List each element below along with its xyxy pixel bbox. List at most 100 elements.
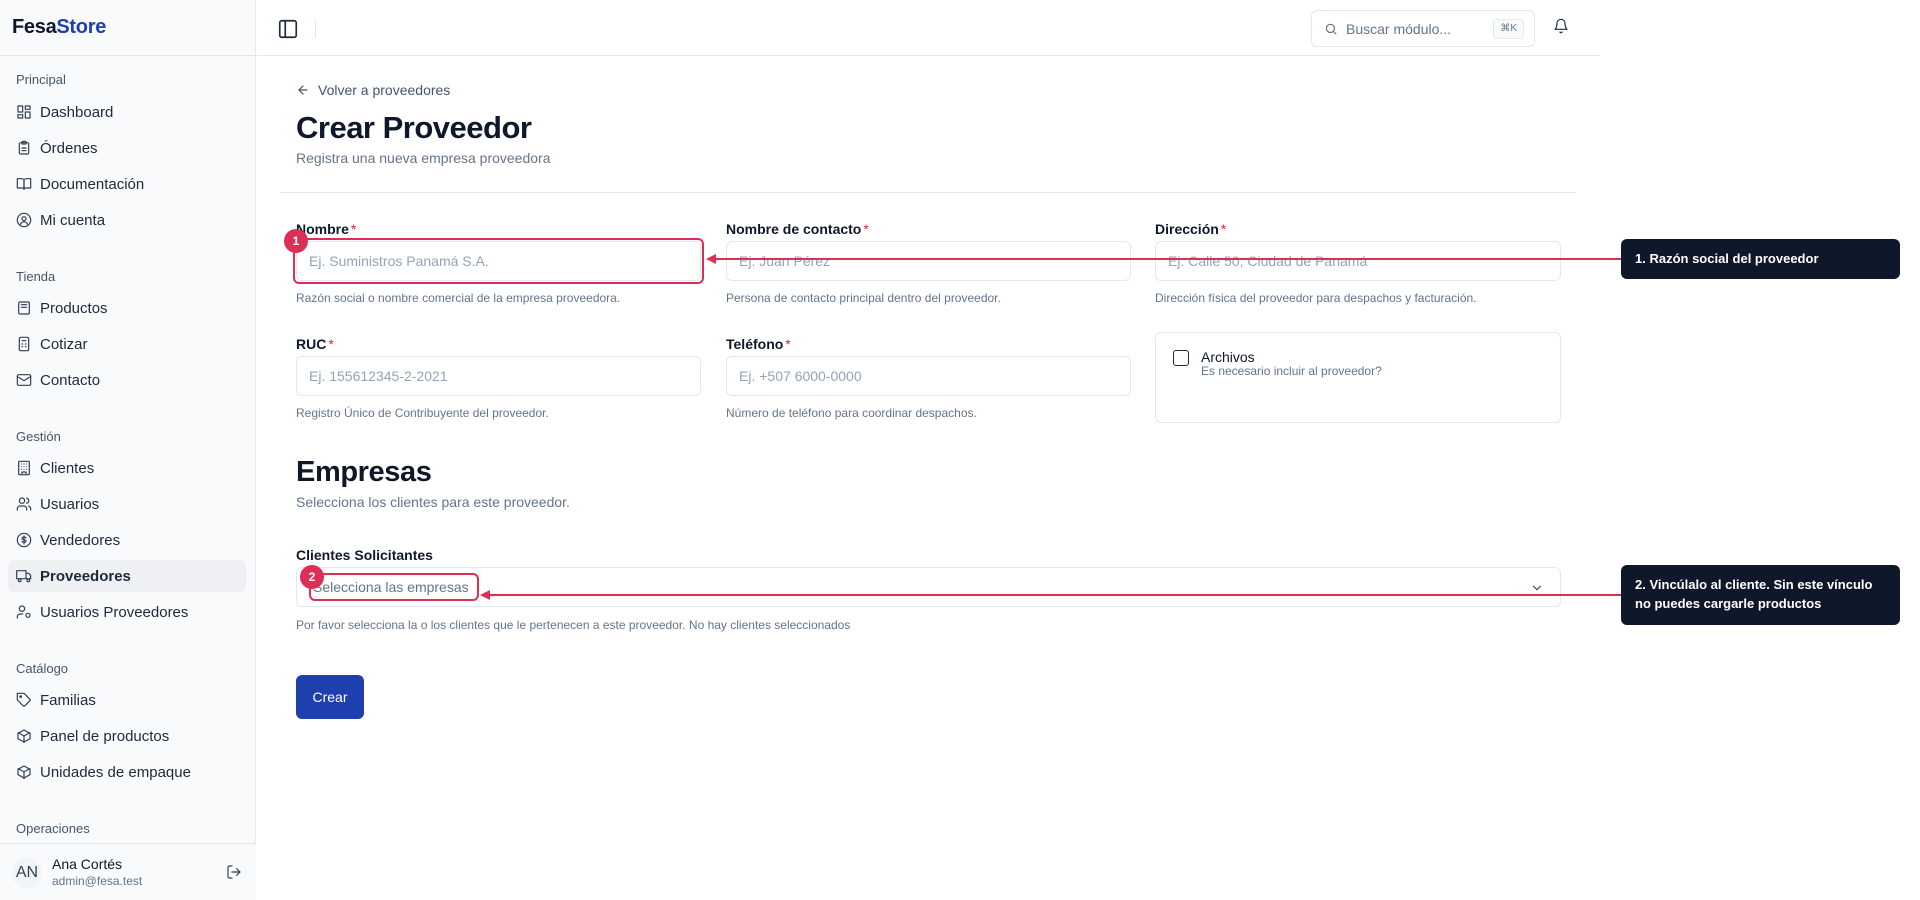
ruc-help: Registro Único de Contribuyente del prov… <box>296 406 549 420</box>
sidebar-item-label: Órdenes <box>40 139 98 157</box>
sidebar-item-label: Clientes <box>40 459 95 477</box>
dollar-circle-icon <box>16 532 32 548</box>
tag-icon <box>16 692 32 708</box>
sidebar-item-clientes[interactable]: Clientes <box>8 452 246 484</box>
calculator-icon <box>16 336 32 352</box>
sidebar-item-label: Dashboard <box>40 103 114 121</box>
sidebar-item-usuarios-proveedores[interactable]: Usuarios Proveedores <box>8 596 246 628</box>
annotation-tooltip-2-line1: 2. Vincúlalo al cliente. Sin este víncul… <box>1635 577 1873 592</box>
sidebar-item-label: Vendedores <box>40 531 121 549</box>
sidebar-divider <box>0 55 256 56</box>
search-input[interactable]: Buscar módulo... ⌘K <box>1311 10 1535 47</box>
sidebar-toggle-icon[interactable] <box>277 18 299 40</box>
sidebar-item-label: Cotizar <box>40 335 88 353</box>
building-icon <box>16 460 32 476</box>
sidebar-item-panel-de-productos[interactable]: Panel de productos <box>8 720 246 752</box>
annotation-tooltip-1: 1. Razón social del proveedor <box>1621 239 1900 279</box>
search-icon <box>1324 22 1338 36</box>
annotation-tooltip-2-line2: no puedes cargarle productos <box>1635 596 1822 611</box>
telefono-label: Teléfono * <box>726 336 791 352</box>
search-placeholder: Buscar módulo... <box>1346 21 1452 37</box>
sidebar-item-usuarios[interactable]: Usuarios <box>8 488 246 520</box>
user-circle-icon <box>16 212 32 228</box>
box-icon <box>16 728 32 744</box>
sidebar-item-familias[interactable]: Familias <box>8 684 246 716</box>
sidebar-item-label: Proveedores <box>40 567 131 585</box>
sidebar-item-proveedores[interactable]: Proveedores <box>8 560 246 592</box>
user-name: Ana Cortés <box>52 856 123 872</box>
sidebar-item-contacto[interactable]: Contacto <box>8 364 246 396</box>
sidebar-item-dashboard[interactable]: Dashboard <box>8 96 246 128</box>
contacto-field[interactable] <box>726 241 1131 281</box>
sidebar-item-label: Familias <box>40 691 96 709</box>
sidebar-item-productos[interactable]: Productos <box>8 292 246 324</box>
annotation-badge-1: 1 <box>284 229 308 253</box>
clientes-label: Clientes Solicitantes <box>296 547 433 563</box>
sidebar-item-label: Usuarios Proveedores <box>40 603 189 621</box>
users-icon <box>16 496 32 512</box>
sidebar-item-label: Productos <box>40 299 108 317</box>
section-label-operaciones: Operaciones <box>16 821 90 836</box>
sidebar-item-cotizar[interactable]: Cotizar <box>8 328 246 360</box>
crear-button[interactable]: Crear <box>296 675 364 719</box>
back-link-label: Volver a proveedores <box>318 82 451 98</box>
brand-logo[interactable]: FesaStore <box>12 16 106 39</box>
clientes-select[interactable]: Selecciona las empresas <box>296 567 1561 607</box>
book-icon <box>16 176 32 192</box>
direccion-help: Dirección física del proveedor para desp… <box>1155 291 1477 305</box>
sidebar-item-unidades-de-empaque[interactable]: Unidades de empaque <box>8 756 246 788</box>
sidebar-item-documentacion[interactable]: Documentación <box>8 168 246 200</box>
user-email: admin@fesa.test <box>52 874 143 888</box>
toolbar-divider <box>315 20 316 38</box>
sidebar-item-label: Contacto <box>40 371 101 389</box>
nombre-help: Razón social o nombre comercial de la em… <box>296 291 621 305</box>
direccion-field[interactable] <box>1155 241 1561 281</box>
sidebar-item-vendedores[interactable]: Vendedores <box>8 524 246 556</box>
archivos-checkbox[interactable] <box>1173 350 1189 366</box>
box-icon <box>16 764 32 780</box>
avatar[interactable]: AN <box>12 858 42 888</box>
empresas-subtitle: Selecciona los clientes para este provee… <box>296 494 570 510</box>
archivos-card: Archivos Es necesario incluir al proveed… <box>1155 332 1561 423</box>
archivos-label: Archivos <box>1201 349 1255 365</box>
sidebar-item-ordenes[interactable]: Órdenes <box>8 132 246 164</box>
top-bar: Buscar módulo... ⌘K <box>257 0 1600 56</box>
section-label-tienda: Tienda <box>16 269 56 284</box>
package-icon <box>16 300 32 316</box>
ruc-field[interactable] <box>296 356 701 396</box>
section-label-gestion: Gestión <box>16 429 61 444</box>
archivos-description: Es necesario incluir al proveedor? <box>1201 364 1382 378</box>
sidebar-item-label: Usuarios <box>40 495 100 513</box>
truck-icon <box>16 568 32 584</box>
page-subtitle: Registra una nueva empresa proveedora <box>296 150 551 166</box>
dashboard-icon <box>16 104 32 120</box>
page-title: Crear Proveedor <box>296 110 532 145</box>
sidebar-item-label: Unidades de empaque <box>40 763 191 781</box>
sidebar-item-label: Mi cuenta <box>40 211 106 229</box>
back-link[interactable]: Volver a proveedores <box>296 82 450 98</box>
sidebar: FesaStore Principal Dashboard Órdenes Do… <box>0 0 256 900</box>
section-label-catalogo: Catálogo <box>16 661 69 676</box>
contacto-label: Nombre de contacto * <box>726 221 869 237</box>
section-label-principal: Principal <box>16 72 66 87</box>
clientes-select-placeholder: Selecciona las empresas <box>313 579 469 595</box>
empresas-title: Empresas <box>296 456 432 488</box>
mail-icon <box>16 372 32 388</box>
search-shortcut: ⌘K <box>1493 19 1524 39</box>
nombre-field[interactable] <box>296 241 701 281</box>
chevron-down-icon <box>1530 581 1544 595</box>
annotation-tooltip-2: 2. Vincúlalo al cliente. Sin este víncul… <box>1621 565 1900 625</box>
telefono-field[interactable] <box>726 356 1131 396</box>
telefono-help: Número de teléfono para coordinar despac… <box>726 406 977 420</box>
clientes-help: Por favor selecciona la o los clientes q… <box>296 618 851 632</box>
annotation-arrowhead-1 <box>706 254 716 264</box>
user-profile: AN Ana Cortés admin@fesa.test <box>0 843 256 900</box>
logout-icon[interactable] <box>226 864 244 882</box>
bell-icon[interactable] <box>1553 18 1571 36</box>
sidebar-item-label: Documentación <box>40 175 145 193</box>
sidebar-item-label: Panel de productos <box>40 727 170 745</box>
sidebar-item-mi-cuenta[interactable]: Mi cuenta <box>8 204 246 236</box>
user-cog-icon <box>16 604 32 620</box>
ruc-label: RUC * <box>296 336 334 352</box>
clipboard-icon <box>16 140 32 156</box>
